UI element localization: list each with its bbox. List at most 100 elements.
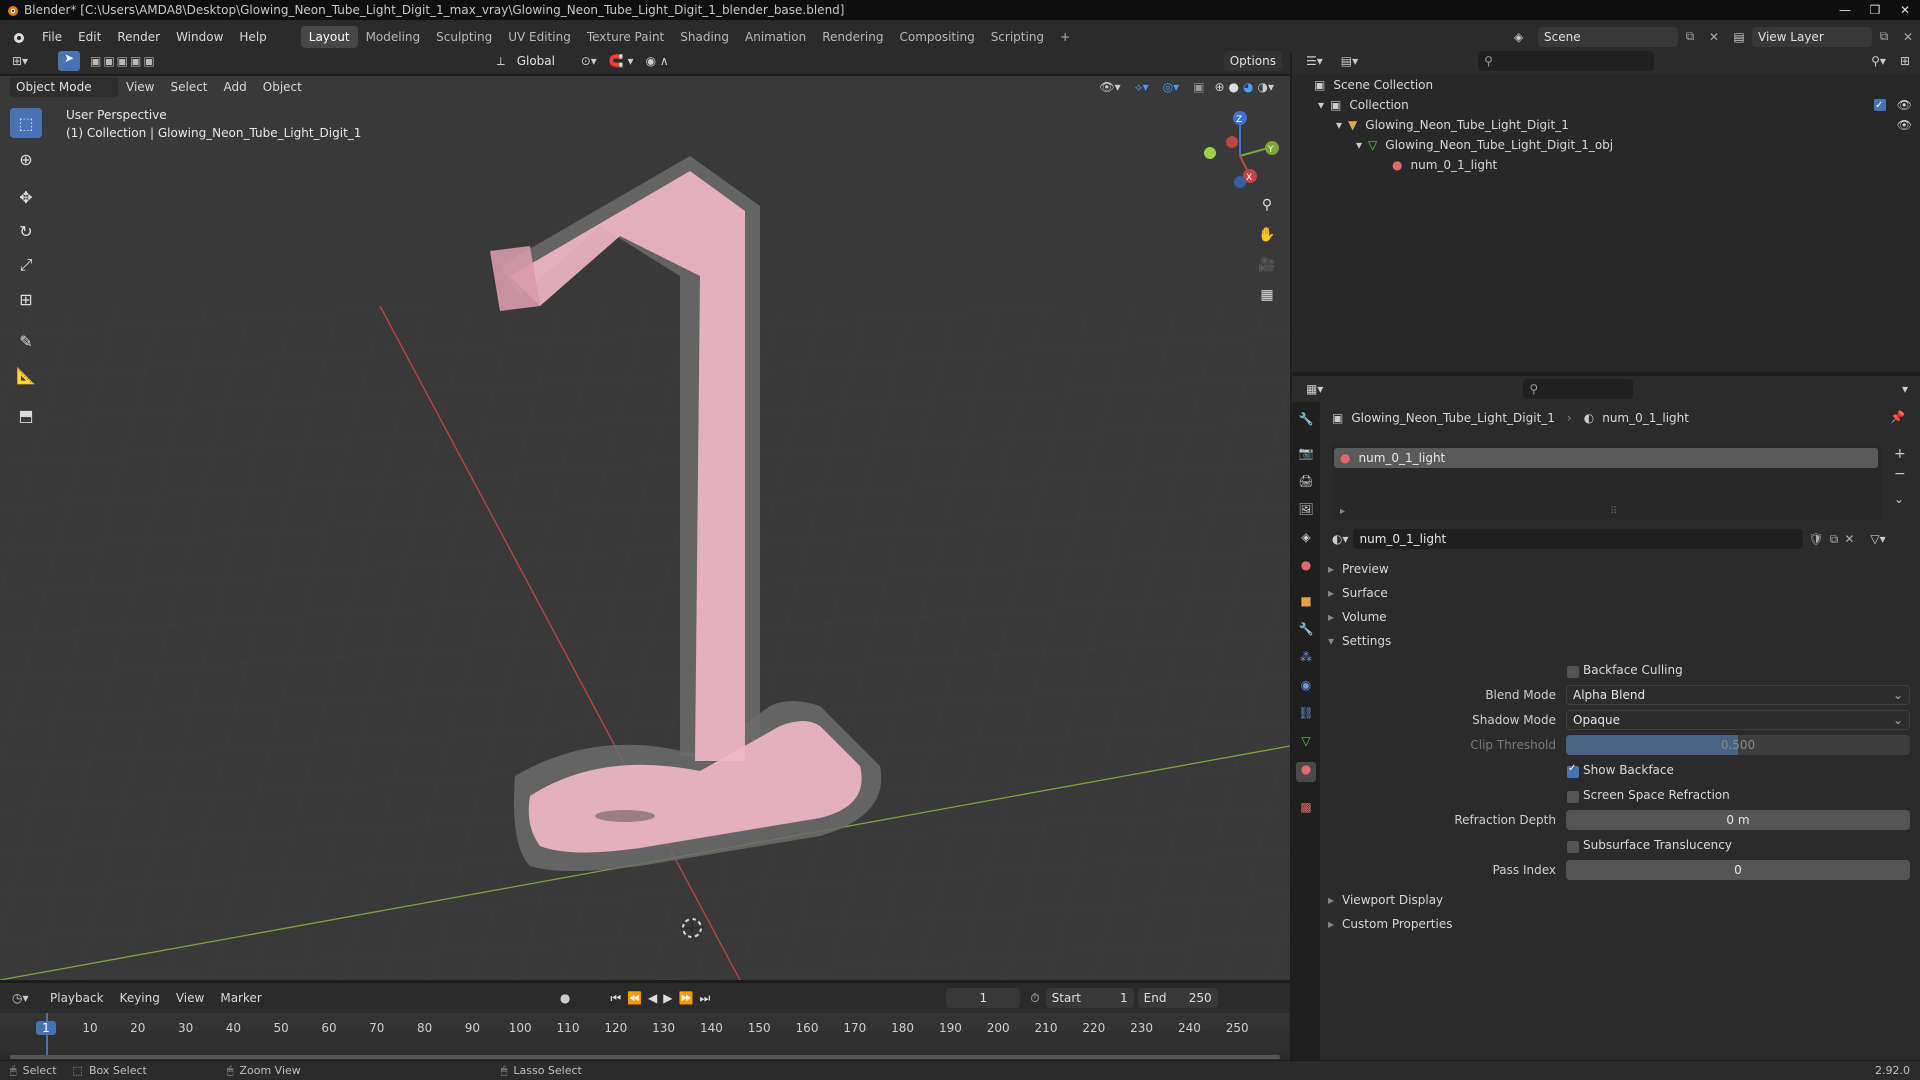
list-resize-handle[interactable]: ⠿ [1610, 506, 1617, 517]
world-tab-icon[interactable]: ● [1296, 558, 1316, 578]
output-tab-icon[interactable]: 🖨 [1296, 474, 1316, 494]
timeline-scrollbar[interactable] [10, 1055, 1280, 1059]
scene-tab-icon[interactable]: ◈ [1296, 530, 1316, 550]
disclosure-icon[interactable]: ▾ [1356, 135, 1362, 155]
material-browse-icon[interactable]: ◐▾ [1332, 532, 1349, 546]
shadow-mode-dropdown[interactable]: Opaque ⌄ [1566, 710, 1910, 730]
disclosure-icon[interactable]: ▾ [1318, 95, 1324, 115]
camera-view-icon[interactable]: 🎥 [1254, 252, 1280, 278]
options-button[interactable]: Options [1223, 51, 1282, 71]
outliner-search-input[interactable]: ⚲ [1478, 51, 1655, 71]
panel-viewport-display[interactable]: ▸ Viewport Display [1328, 890, 1443, 910]
blender-menu-icon[interactable] [10, 30, 26, 44]
remove-view-layer-icon[interactable]: ✕ [1896, 30, 1920, 44]
disclosure-icon[interactable]: ▾ [1336, 115, 1342, 135]
subsurface-translucency-checkbox[interactable] [1567, 841, 1579, 853]
menu-edit[interactable]: Edit [70, 26, 109, 48]
tab-rendering[interactable]: Rendering [814, 26, 891, 48]
backface-culling-checkbox[interactable] [1567, 666, 1579, 678]
transform-tool-icon[interactable]: ⊞ [10, 284, 42, 314]
annotate-tool-icon[interactable]: ✎ [10, 326, 42, 356]
remove-scene-icon[interactable]: ✕ [1702, 30, 1726, 44]
clip-threshold-slider[interactable]: 0.500 [1566, 735, 1910, 755]
add-slot-icon[interactable]: + [1894, 446, 1906, 462]
material-tab-icon[interactable]: ● [1296, 762, 1316, 782]
panel-surface[interactable]: ▸ Surface [1328, 583, 1388, 603]
viewport-menu-select[interactable]: Select [162, 76, 215, 98]
panel-preview[interactable]: ▸ Preview [1328, 559, 1389, 579]
panel-custom-properties[interactable]: ▸ Custom Properties [1328, 914, 1452, 934]
rotate-tool-icon[interactable]: ↻ [10, 216, 42, 246]
refraction-depth-field[interactable]: 0 m [1566, 810, 1910, 830]
solid-shading-icon[interactable]: ● [1229, 80, 1239, 94]
panel-volume[interactable]: ▸ Volume [1328, 607, 1387, 627]
modifier-tab-icon[interactable]: 🔧 [1296, 622, 1316, 642]
display-mode-icon[interactable]: ▤▾ [1341, 54, 1358, 68]
scene-selector[interactable]: Scene [1538, 26, 1678, 47]
menu-file[interactable]: File [34, 26, 70, 48]
outliner-row-scene-collection[interactable]: ▣ Scene Collection [1314, 75, 1433, 95]
slot-expand-icon[interactable]: ▸ [1340, 506, 1345, 517]
tab-layout[interactable]: Layout [300, 25, 358, 48]
proportional-edit-icon[interactable]: ◉ ∧ [646, 54, 669, 68]
duplicate-material-icon[interactable]: ⧉ [1830, 532, 1839, 547]
wireframe-shading-icon[interactable]: ⊕ [1214, 80, 1224, 94]
tab-sculpting[interactable]: Sculpting [428, 26, 500, 48]
unlink-material-icon[interactable]: ✕ [1844, 532, 1854, 546]
data-tab-icon[interactable]: ▽ [1296, 734, 1316, 754]
view-layer-tab-icon[interactable]: 🖼 [1296, 502, 1316, 522]
blend-mode-dropdown[interactable]: Alpha Blend ⌄ [1566, 685, 1910, 705]
outliner-type-icon[interactable]: ☰▾ [1306, 54, 1323, 68]
editor-type-icon[interactable]: ⊞▾ [12, 54, 38, 68]
outliner-row-mesh[interactable]: ▾ ▽ Glowing_Neon_Tube_Light_Digit_1_obj [1356, 135, 1613, 155]
viewport-menu-view[interactable]: View [118, 76, 162, 98]
fake-user-icon[interactable]: 🛡 [1809, 532, 1824, 546]
menu-help[interactable]: Help [231, 26, 274, 48]
new-scene-icon[interactable]: ⧉ [1678, 29, 1702, 44]
pass-index-field[interactable]: 0 [1566, 860, 1910, 880]
properties-options-icon[interactable]: ▾ [1902, 382, 1908, 396]
timeline-editor-type-icon[interactable]: ◷▾ [12, 991, 42, 1005]
overlay-toggle-icon[interactable]: ◎▾ [1163, 80, 1180, 94]
timeline-menu-marker[interactable]: Marker [212, 987, 269, 1009]
selection-mode-icons[interactable]: ▣▣▣▣▣ [90, 54, 157, 68]
timeline-menu-view[interactable]: View [168, 987, 212, 1009]
current-frame-field[interactable]: 1 [946, 988, 1021, 1008]
object-tab-icon[interactable]: ■ [1296, 594, 1316, 614]
pin-icon[interactable]: 📌 [1890, 410, 1905, 424]
zoom-icon[interactable]: ⚲ [1254, 192, 1280, 218]
menu-window[interactable]: Window [168, 26, 231, 48]
select-tool-icon[interactable]: ➤ [58, 51, 80, 71]
tool-tab-icon[interactable]: 🔧 [1296, 412, 1316, 432]
filter-icon[interactable]: ⚲▾ [1871, 54, 1886, 68]
pivot-icon[interactable]: ⊙▾ [581, 54, 597, 68]
rendered-shading-icon[interactable]: ◑▾ [1258, 80, 1275, 94]
slot-link-icon[interactable]: ▽▾ [1870, 532, 1885, 546]
end-frame-field[interactable]: End 250 [1137, 988, 1218, 1008]
exclude-checkbox[interactable] [1874, 96, 1886, 116]
material-slot-row[interactable]: ● num_0_1_light [1334, 448, 1878, 468]
outliner-row-material[interactable]: ● num_0_1_light [1392, 155, 1497, 175]
perspective-toggle-icon[interactable]: ▦ [1254, 282, 1280, 308]
tab-texture-paint[interactable]: Texture Paint [579, 26, 672, 48]
add-cube-tool-icon[interactable]: ⬒ [10, 400, 42, 430]
scene-icon[interactable]: ◈ [1514, 30, 1538, 44]
physics-tab-icon[interactable]: ◉ [1296, 678, 1316, 698]
render-tab-icon[interactable]: 📷 [1296, 446, 1316, 466]
tab-shading[interactable]: Shading [672, 26, 737, 48]
show-backface-checkbox[interactable] [1567, 763, 1579, 778]
xray-icon[interactable]: ▣ [1193, 80, 1204, 94]
close-icon[interactable]: ✕ [1890, 0, 1920, 20]
tab-compositing[interactable]: Compositing [891, 26, 982, 48]
move-tool-icon[interactable]: ✥ [10, 182, 42, 212]
cursor-tool-icon[interactable]: ⊕ [10, 144, 42, 174]
outliner-row-collection[interactable]: ▾ ▣ Collection 👁 [1318, 95, 1912, 116]
add-workspace-icon[interactable]: + [1052, 26, 1078, 48]
select-box-tool-icon[interactable]: ⬚ [10, 108, 42, 138]
view-layer-icon[interactable]: ▤ [1726, 30, 1752, 44]
eye-icon[interactable]: 👁 [1897, 115, 1912, 135]
material-name-field[interactable]: num_0_1_light [1352, 529, 1803, 549]
snap-icon[interactable]: 🧲 ▾ [609, 54, 634, 68]
tab-modeling[interactable]: Modeling [358, 26, 429, 48]
record-icon[interactable]: ● [560, 991, 570, 1005]
